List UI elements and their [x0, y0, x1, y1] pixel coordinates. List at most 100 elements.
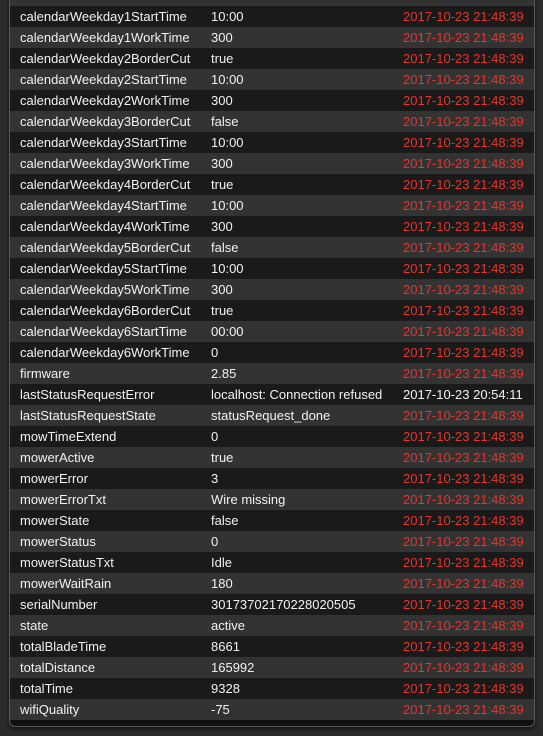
reading-timestamp: 2017-10-23 21:48:39	[403, 597, 524, 612]
reading-row: mowerStatusTxt Idle 2017-10-23 21:48:39	[10, 552, 534, 573]
reading-name[interactable]: calendarWeekday2WorkTime	[20, 90, 210, 111]
reading-name[interactable]: calendarWeekday1WorkTime	[20, 27, 210, 48]
reading-name[interactable]: totalDistance	[20, 657, 210, 678]
reading-name[interactable]: calendarWeekday6WorkTime	[20, 342, 210, 363]
reading-row: wifiQuality -75 2017-10-23 21:48:39	[10, 699, 534, 720]
reading-row: calendarWeekday6BorderCut true 2017-10-23 …	[10, 300, 534, 321]
reading-name[interactable]: calendarWeekday6BorderCut	[20, 300, 210, 321]
reading-row: calendarWeekday6WorkTime 0 2017-10-23 21:4…	[10, 342, 534, 363]
reading-value: 300	[211, 30, 233, 45]
reading-value: 00:00	[211, 324, 244, 339]
reading-name[interactable]: calendarWeekday4BorderCut	[20, 174, 210, 195]
reading-name[interactable]: calendarWeekday5StartTime	[20, 258, 210, 279]
reading-row: calendarWeekday4StartTime 10:00 2017-10-23…	[10, 195, 534, 216]
reading-name[interactable]: calendarWeekday2StartTime	[20, 69, 210, 90]
reading-name[interactable]: mowTimeExtend	[20, 426, 210, 447]
reading-timestamp: 2017-10-23 21:48:39	[403, 324, 524, 339]
reading-name[interactable]: totalBladeTime	[20, 636, 210, 657]
reading-name[interactable]: mowerStatusTxt	[20, 552, 210, 573]
reading-name[interactable]: calendarWeekday3WorkTime	[20, 153, 210, 174]
reading-timestamp: 2017-10-23 21:48:39	[403, 450, 524, 465]
reading-row: state active 2017-10-23 21:48:39	[10, 615, 534, 636]
reading-value: -75	[211, 702, 230, 717]
reading-name[interactable]: calendarWeekday6StartTime	[20, 321, 210, 342]
reading-timestamp: 2017-10-23 21:48:39	[403, 114, 524, 129]
reading-timestamp: 2017-10-23 21:48:39	[403, 198, 524, 213]
reading-timestamp: 2017-10-23 21:48:39	[403, 534, 524, 549]
reading-timestamp: 2017-10-23 21:48:39	[403, 303, 524, 318]
reading-name[interactable]: mowerErrorTxt	[20, 489, 210, 510]
reading-timestamp: 2017-10-23 21:48:39	[403, 156, 524, 171]
reading-value: false	[211, 513, 239, 528]
reading-value: true	[211, 450, 234, 465]
reading-value: statusRequest_done	[211, 408, 331, 423]
reading-row: calendarWeekday5WorkTime 300 2017-10-23 21…	[10, 279, 534, 300]
reading-value: 10:00	[211, 198, 244, 213]
reading-row: calendarWeekday2BorderCut true 2017-10-23 …	[10, 48, 534, 69]
reading-value: 0	[211, 534, 219, 549]
reading-value: 9328	[211, 681, 240, 696]
reading-name[interactable]: calendarWeekday3BorderCut	[20, 111, 210, 132]
reading-row: calendarWeekday2WorkTime 300 2017-10-23 21…	[10, 90, 534, 111]
reading-timestamp: 2017-10-23 21:48:39	[403, 345, 524, 360]
reading-name[interactable]: calendarWeekday5BorderCut	[20, 237, 210, 258]
reading-row: totalBladeTime 8661 2017-10-23 21:48:39	[10, 636, 534, 657]
reading-timestamp: 2017-10-23 21:48:39	[403, 240, 524, 255]
reading-name[interactable]: totalTime	[20, 678, 210, 699]
reading-row: mowerStatus 0 2017-10-23 21:48:39	[10, 531, 534, 552]
reading-name[interactable]: mowerWaitRain	[20, 573, 210, 594]
reading-row: serialNumber 30173702170228020505 2017-10-…	[10, 594, 534, 615]
reading-name[interactable]: calendarWeekday4WorkTime	[20, 216, 210, 237]
reading-value: 10:00	[211, 72, 244, 87]
reading-row: lastStatusRequestError localhost: Connect…	[10, 384, 534, 405]
reading-row: calendarWeekday6StartTime 00:00 2017-10-23…	[10, 321, 534, 342]
reading-row: lastStatusRequestState statusRequest_done…	[10, 405, 534, 426]
reading-value: 300	[211, 156, 233, 171]
reading-name[interactable]: wifiQuality	[20, 699, 210, 720]
reading-row: calendarWeekday3StartTime 10:00 2017-10-23…	[10, 132, 534, 153]
reading-timestamp: 2017-10-23 21:48:39	[403, 660, 524, 675]
reading-name[interactable]: firmware	[20, 363, 210, 384]
reading-name[interactable]: serialNumber	[20, 594, 210, 615]
reading-timestamp: 2017-10-23 21:48:39	[403, 702, 524, 717]
reading-timestamp: 2017-10-23 21:48:39	[403, 282, 524, 297]
reading-name[interactable]: mowerState	[20, 510, 210, 531]
reading-name[interactable]: lastStatusRequestError	[20, 384, 210, 405]
reading-value: 10:00	[211, 135, 244, 150]
reading-name[interactable]: mowerStatus	[20, 531, 210, 552]
reading-value: active	[211, 618, 245, 633]
reading-name[interactable]: calendarWeekday5WorkTime	[20, 279, 210, 300]
reading-value: 2.85	[211, 366, 237, 381]
reading-row: calendarWeekday1WorkTime 300 2017-10-23 21…	[10, 27, 534, 48]
reading-timestamp: 2017-10-23 21:48:39	[403, 429, 524, 444]
reading-timestamp: 2017-10-23 21:48:39	[403, 30, 524, 45]
reading-value: Wire missing	[211, 492, 286, 507]
reading-row: calendarWeekday3BorderCut false 2017-10-23…	[10, 111, 534, 132]
reading-row: mowerActive true 2017-10-23 21:48:39	[10, 447, 534, 468]
reading-row: calendarWeekday5BorderCut false 2017-10-23…	[10, 237, 534, 258]
reading-row: calendarWeekday3WorkTime 300 2017-10-23 21…	[10, 153, 534, 174]
reading-name[interactable]: calendarWeekday4StartTime	[20, 195, 210, 216]
reading-name[interactable]: calendarWeekday3StartTime	[20, 132, 210, 153]
reading-value: 3	[211, 471, 219, 486]
reading-value: localhost: Connection refused	[211, 387, 383, 402]
reading-name[interactable]: lastStatusRequestState	[20, 405, 210, 426]
reading-name[interactable]: calendarWeekday2BorderCut	[20, 48, 210, 69]
reading-timestamp: 2017-10-23 21:48:39	[403, 681, 524, 696]
reading-value: 300	[211, 219, 233, 234]
reading-value: 180	[211, 576, 233, 591]
reading-name[interactable]: state	[20, 615, 210, 636]
reading-timestamp: 2017-10-23 21:48:39	[403, 135, 524, 150]
reading-value: 0	[211, 429, 219, 444]
reading-timestamp: 2017-10-23 21:48:39	[403, 618, 524, 633]
reading-value: Idle	[211, 555, 232, 570]
reading-value: 165992	[211, 660, 255, 675]
reading-name[interactable]: mowerError	[20, 468, 210, 489]
readings-table: calendarWeekday1StartTime 10:00 2017-10-23…	[10, 6, 534, 720]
reading-value: true	[211, 177, 234, 192]
reading-value: false	[211, 114, 239, 129]
reading-timestamp: 2017-10-23 21:48:39	[403, 219, 524, 234]
reading-name[interactable]: calendarWeekday1StartTime	[20, 6, 210, 27]
reading-name[interactable]: mowerActive	[20, 447, 210, 468]
reading-row: mowerError 3 2017-10-23 21:48:39	[10, 468, 534, 489]
